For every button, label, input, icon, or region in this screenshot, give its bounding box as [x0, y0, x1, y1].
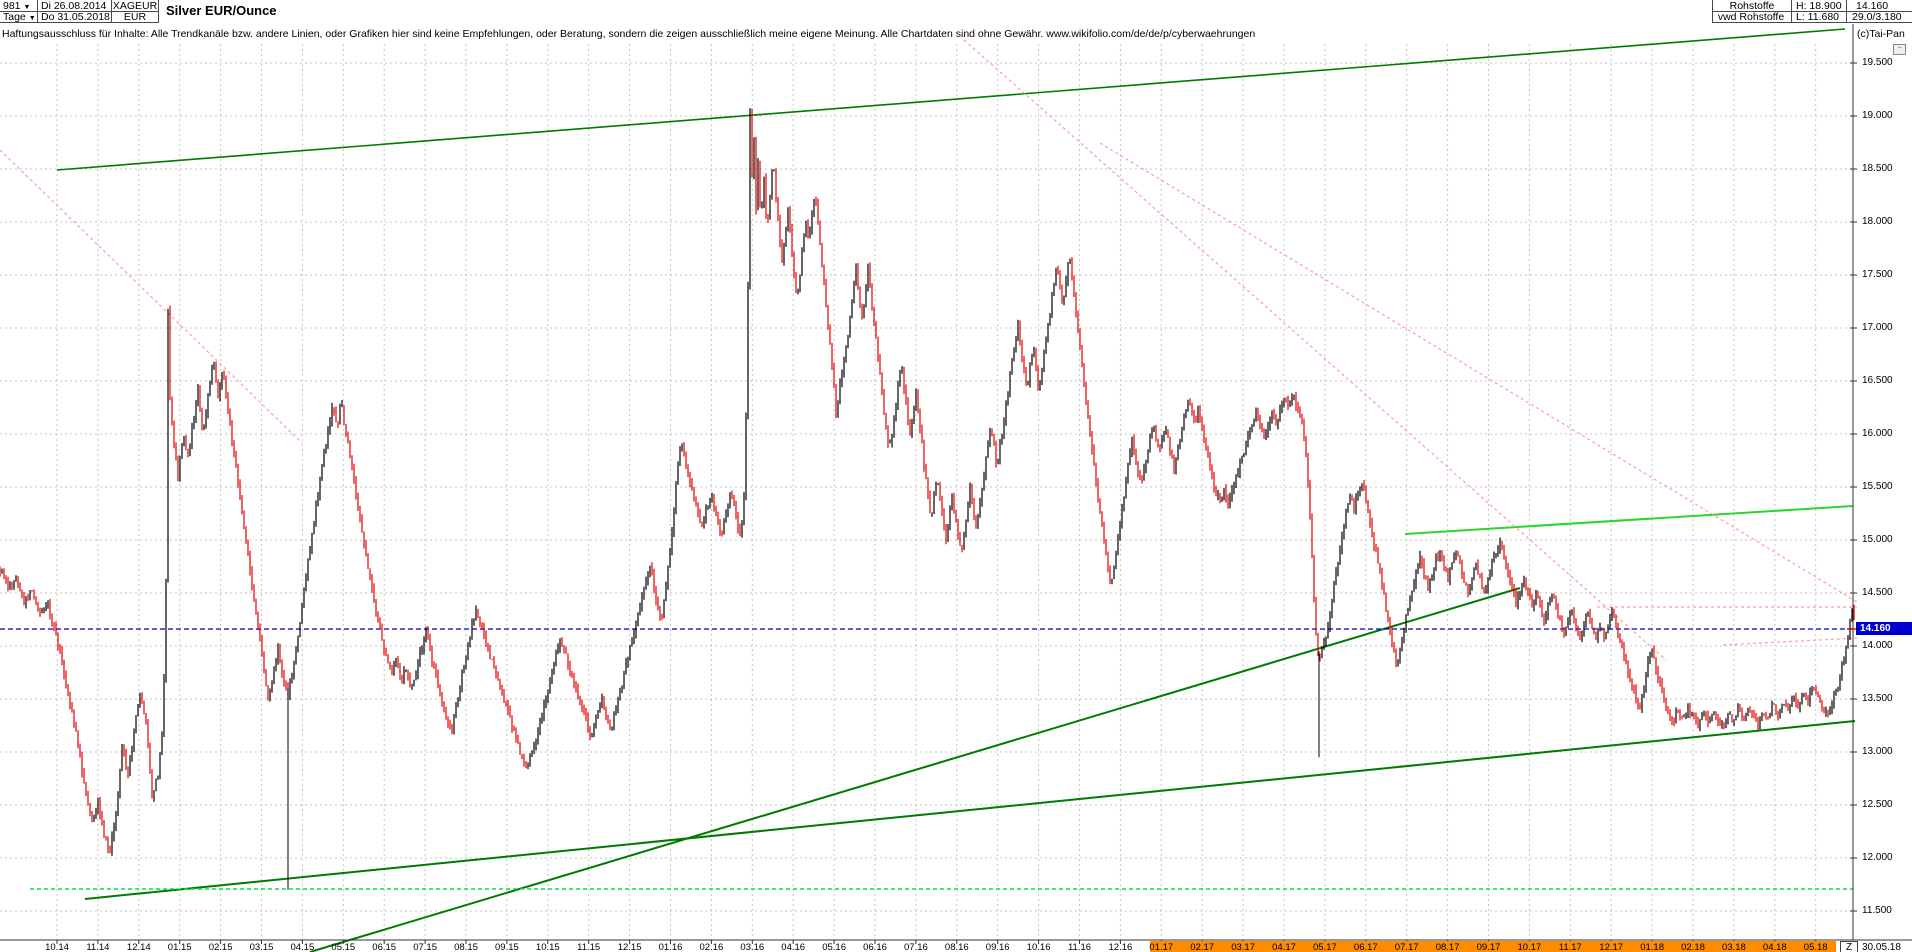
date-axis-label: 01.18 — [1640, 942, 1664, 952]
price-bars-down — [0, 108, 1855, 854]
chart-window: 19.500 19.000 18.500 18.000 17.500 17.000 16.5… — [0, 0, 1912, 952]
price-axis-label: 18.500 — [1862, 163, 1893, 174]
lower-green-support-a — [84, 720, 1856, 900]
end-date-label: 30.05.18 — [1862, 942, 1901, 952]
last-price-header: 14.160 — [1856, 1, 1889, 12]
date-axis-label: 08.17 — [1435, 942, 1460, 952]
price-axis-label: 15.500 — [1862, 481, 1893, 492]
range-info: 29.0/3.180 — [1852, 12, 1902, 23]
date-axis-label: 11.17 — [1558, 942, 1582, 952]
divider — [0, 22, 159, 23]
date-axis-label: 01.16 — [658, 942, 683, 952]
date-axis-label: 11.16 — [1067, 942, 1092, 952]
date-axis-label: 06.16 — [863, 942, 887, 952]
price-axis-label: 17.000 — [1862, 322, 1893, 333]
price-axis-label: 15.000 — [1862, 534, 1893, 545]
date-axis-label: 11.15 — [577, 942, 601, 952]
date-axis-label: 07.16 — [904, 942, 928, 952]
date-axis-label: 09.15 — [495, 942, 519, 952]
price-axis-label: 14.500 — [1862, 587, 1893, 598]
date-axis-label: 10.16 — [1026, 942, 1051, 952]
minimize-icon[interactable]: − — [1893, 44, 1906, 55]
date-axis-label: 01.17 — [1149, 942, 1174, 952]
upper-green-channel — [56, 28, 1846, 171]
date-axis-label: 05.18 — [1803, 942, 1828, 952]
price-axis-label: 19.000 — [1862, 110, 1893, 121]
date-axis-label: 02.15 — [208, 942, 233, 952]
price-axis-label: 13.500 — [1862, 693, 1893, 704]
price-axis-label: 18.000 — [1862, 216, 1893, 227]
date-axis-label: 02.16 — [699, 942, 724, 952]
date-axis-label: 10.15 — [535, 942, 560, 952]
date-axis-label: 11.14 — [86, 942, 110, 952]
date-axis-label: 02.18 — [1681, 942, 1705, 952]
date-axis-label: 12.16 — [1108, 942, 1133, 952]
date-axis-label: 04.18 — [1762, 942, 1787, 952]
chevron-down-icon: ▼ — [23, 4, 31, 11]
date-axis-label: 09.16 — [985, 942, 1010, 952]
date-axis-label: 05.15 — [331, 942, 356, 952]
zoom-z-button[interactable]: Z — [1840, 941, 1858, 952]
price-axis-label: 11.500 — [1862, 905, 1892, 916]
date-axis-label: 05.16 — [822, 942, 846, 952]
date-axis-label: 12.17 — [1599, 942, 1624, 952]
date-axis-label: 09.17 — [1476, 942, 1501, 952]
price-axis-label: 13.000 — [1862, 746, 1893, 757]
date-axis-label: 04.15 — [290, 942, 315, 952]
date-axis-label: 10.17 — [1517, 942, 1542, 952]
price-axis-label: 12.500 — [1862, 799, 1893, 810]
low-label: L: 11.680 — [1796, 12, 1840, 23]
date-axis-label: 08.16 — [944, 942, 969, 952]
price-axis-label: 14.000 — [1862, 640, 1893, 651]
price-axis-label: 16.000 — [1862, 428, 1893, 439]
date-axis-label: 05.17 — [1313, 942, 1337, 952]
price-axis-label: 17.500 — [1862, 269, 1893, 280]
date-axis-label: 10.14 — [45, 942, 69, 952]
category-label: Rohstoffe — [1729, 1, 1775, 12]
date-axis-label: 02.17 — [1190, 942, 1215, 952]
high-label: H: 18.900 — [1796, 1, 1842, 12]
date-axis-label: 08.15 — [454, 942, 478, 952]
date-axis-label: 12.14 — [126, 942, 151, 952]
date-axis-label: 06.17 — [1353, 942, 1378, 952]
last-price-badge: 14.160 — [1856, 622, 1912, 636]
red-dashed-horizontal-2 — [1722, 637, 1858, 646]
page-title: Silver EUR/Ounce — [166, 3, 277, 18]
lower-green-support-b — [309, 587, 1521, 952]
date-axis-label: 04.17 — [1272, 942, 1296, 952]
disclaimer-text: Haftungsausschluss für Inhalte: Alle Tre… — [2, 28, 1256, 40]
divider — [0, 11, 159, 12]
date-axis-label: 01.15 — [167, 942, 192, 952]
red-dashed-right — [1099, 142, 1858, 603]
price-bars-up — [1, 108, 1853, 856]
price-axis-label: 19.500 — [1862, 57, 1893, 68]
date-axis-label: 12.15 — [617, 942, 642, 952]
date-axis-label: 03.17 — [1231, 942, 1255, 952]
red-dashed-left — [0, 149, 303, 444]
date-axis-label: 07.15 — [413, 942, 437, 952]
date-axis-label: 04.16 — [781, 942, 806, 952]
price-chart-canvas — [0, 24, 1912, 952]
chevron-down-icon: ▼ — [28, 15, 36, 22]
price-gridlines — [0, 62, 1853, 912]
watermark: (c)Tai-Pan — [1857, 28, 1905, 40]
date-axis-label: 03.15 — [249, 942, 274, 952]
date-axis-label: 03.18 — [1722, 942, 1746, 952]
date-axis-label: 07.17 — [1394, 942, 1419, 952]
red-dashed-mid — [963, 39, 1667, 661]
price-axis-label: 16.500 — [1862, 375, 1893, 386]
date-axis-label: 03.16 — [740, 942, 765, 952]
source-label: vwd Rohstoffe — [1717, 12, 1785, 23]
light-green-resistance — [1404, 505, 1854, 535]
price-axis-label: 12.000 — [1862, 852, 1893, 863]
date-axis-label: 06.15 — [372, 942, 397, 952]
